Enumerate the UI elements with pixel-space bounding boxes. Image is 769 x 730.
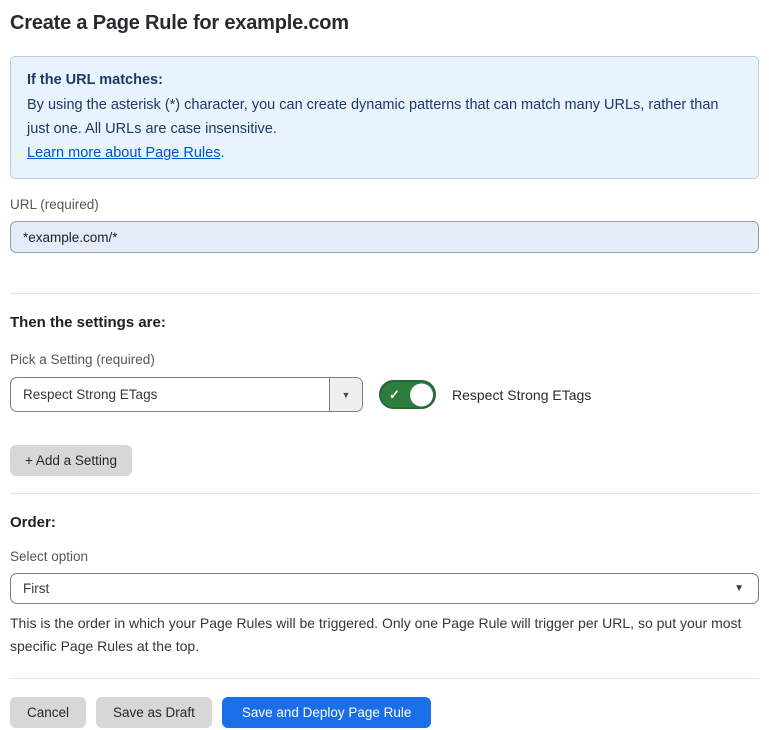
setting-row: Respect Strong ETags ▼ ✓ Respect Strong … — [10, 377, 759, 412]
chevron-down-icon: ▼ — [342, 390, 351, 400]
learn-more-link[interactable]: Learn more about Page Rules — [27, 145, 220, 161]
info-box-body: By using the asterisk (*) character, you… — [27, 93, 742, 141]
add-setting-button[interactable]: + Add a Setting — [10, 445, 132, 476]
url-field-label: URL (required) — [10, 197, 759, 212]
page-rule-form: Create a Page Rule for example.com If th… — [0, 12, 769, 728]
url-match-info-box: If the URL matches: By using the asteris… — [10, 56, 759, 179]
save-and-deploy-button[interactable]: Save and Deploy Page Rule — [222, 697, 432, 728]
setting-toggle-group: ✓ Respect Strong ETags — [379, 380, 591, 409]
settings-section-heading: Then the settings are: — [10, 314, 759, 331]
link-suffix: . — [220, 145, 224, 161]
footer-divider — [10, 678, 759, 679]
page-title: Create a Page Rule for example.com — [10, 12, 759, 35]
order-help-text: This is the order in which your Page Rul… — [10, 612, 755, 658]
save-as-draft-button[interactable]: Save as Draft — [96, 697, 212, 728]
chevron-down-icon: ▼ — [734, 583, 744, 594]
order-select-label: Select option — [10, 549, 759, 564]
url-input[interactable] — [10, 221, 759, 253]
setting-picker-label: Pick a Setting (required) — [10, 352, 759, 367]
info-box-link-line: Learn more about Page Rules. — [27, 141, 742, 165]
info-box-heading: If the URL matches: — [27, 68, 742, 92]
setting-select-value: Respect Strong ETags — [11, 378, 329, 411]
footer-actions: Cancel Save as Draft Save and Deploy Pag… — [10, 697, 759, 728]
cancel-button[interactable]: Cancel — [10, 697, 86, 728]
respect-strong-etags-toggle[interactable]: ✓ — [379, 380, 436, 409]
setting-select[interactable]: Respect Strong ETags ▼ — [10, 377, 363, 412]
section-divider — [10, 493, 759, 494]
setting-select-arrow-button[interactable]: ▼ — [329, 378, 362, 411]
order-select[interactable]: First ▼ — [10, 573, 759, 604]
order-section-heading: Order: — [10, 514, 759, 531]
toggle-label: Respect Strong ETags — [452, 387, 591, 403]
section-divider — [10, 293, 759, 294]
toggle-knob — [410, 383, 433, 406]
order-select-value: First — [23, 581, 49, 596]
check-icon: ✓ — [389, 388, 400, 401]
